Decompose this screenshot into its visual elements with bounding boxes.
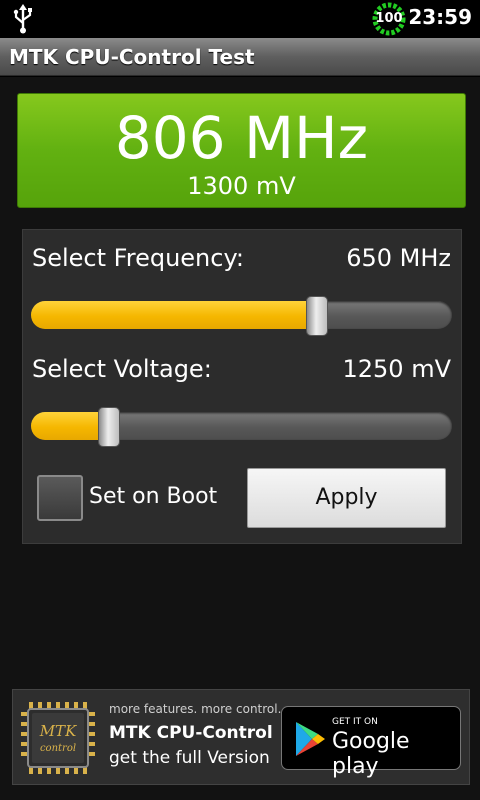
ad-call-to-action: get the full Version xyxy=(109,748,270,768)
current-frequency-panel: 806 MHz 1300 mV xyxy=(17,93,466,208)
frequency-value: 650 MHz xyxy=(346,244,451,272)
usb-icon xyxy=(13,4,32,34)
main-content: 806 MHz 1300 mV Select Frequency: 650 MH… xyxy=(0,77,480,800)
voltage-slider[interactable] xyxy=(31,407,452,447)
voltage-value: 1250 mV xyxy=(342,355,451,383)
ad-tagline: more features. more control. xyxy=(109,702,282,716)
google-play-icon xyxy=(296,722,325,756)
controls-panel: Select Frequency: 650 MHz Select Voltage… xyxy=(22,229,462,544)
frequency-label: Select Frequency: xyxy=(32,244,244,272)
chip-text-control: control xyxy=(40,743,76,754)
current-frequency: 806 MHz xyxy=(114,104,369,172)
battery-level: 100 xyxy=(375,11,403,26)
frequency-slider-thumb[interactable] xyxy=(306,296,328,336)
cpu-chip-icon: MTK control xyxy=(21,702,95,774)
set-on-boot-checkbox[interactable] xyxy=(37,475,83,521)
badge-get-it-on: GET IT ON xyxy=(332,717,378,727)
frequency-slider-fill xyxy=(31,301,317,329)
set-on-boot-label[interactable]: Set on Boot xyxy=(89,484,217,509)
current-voltage: 1300 mV xyxy=(187,172,296,200)
chip-text-mtk: MTK xyxy=(39,722,77,740)
app-title: MTK CPU-Control Test xyxy=(9,45,255,69)
title-bar: MTK CPU-Control Test xyxy=(0,38,480,76)
google-play-badge[interactable]: GET IT ON Google play xyxy=(281,706,461,779)
status-bar: 100 23:59 xyxy=(0,0,480,38)
ad-app-name: MTK CPU-Control xyxy=(109,723,273,743)
badge-store-name: Google play xyxy=(332,729,410,779)
ad-banner[interactable]: MTK control more features. more control.… xyxy=(12,689,470,785)
apply-button[interactable]: Apply xyxy=(247,468,446,528)
clock: 23:59 xyxy=(408,5,472,29)
voltage-slider-thumb[interactable] xyxy=(98,407,120,447)
frequency-slider[interactable] xyxy=(31,296,452,336)
voltage-label: Select Voltage: xyxy=(32,355,212,383)
